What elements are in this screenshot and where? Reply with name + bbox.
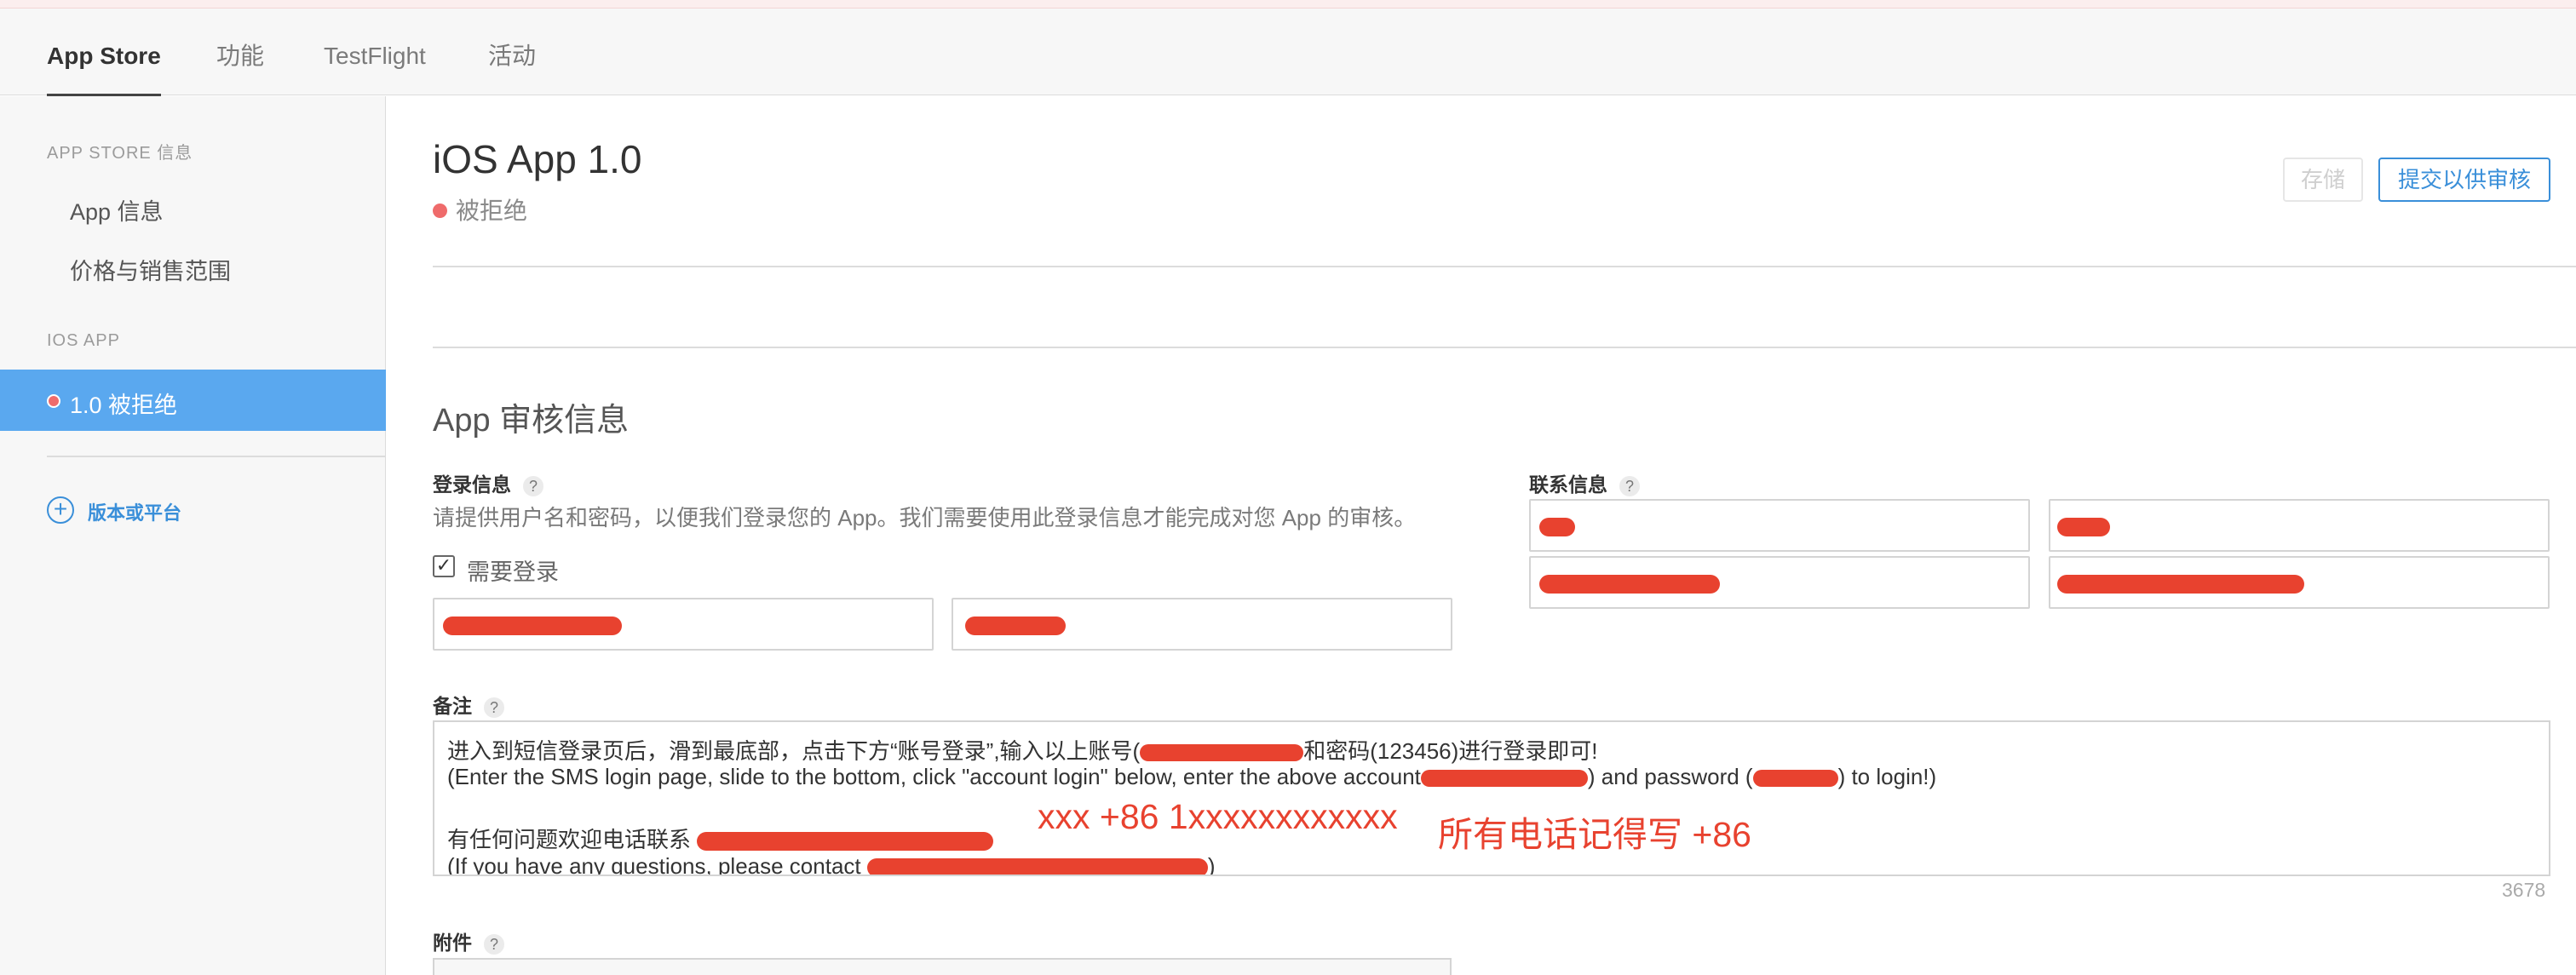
sidebar-item-pricing[interactable]: 价格与销售范围 xyxy=(70,253,231,286)
sidebar-item-version-1-0[interactable]: 1.0 被拒绝 xyxy=(0,370,386,431)
note-line-4: (If you have any questions, please conta… xyxy=(447,853,1216,876)
redaction-mark xyxy=(2057,575,2304,594)
attachment-label: 附件? xyxy=(433,926,504,955)
sidebar-divider xyxy=(47,456,386,457)
redaction-mark xyxy=(1539,575,1720,594)
attachment-label-text: 附件 xyxy=(433,932,472,954)
note-line-1: 进入到短信登录页后，滑到最底部，点击下方“账号登录”,输入以上账号( 和密码(12… xyxy=(447,734,1598,766)
sidebar: APP STORE 信息 App 信息 价格与销售范围 IOS APP 1.0 … xyxy=(0,96,386,975)
page-title: iOS App 1.0 xyxy=(433,137,642,181)
divider xyxy=(433,266,2576,267)
contact-phone-input[interactable] xyxy=(1529,556,2030,609)
note-text: ) xyxy=(1207,853,1216,876)
sidebar-heading-ios-app: IOS APP xyxy=(47,331,120,350)
help-icon[interactable]: ? xyxy=(1619,475,1640,496)
tab-app-store[interactable]: App Store xyxy=(47,9,161,96)
note-line-2: (Enter the SMS login page, slide to the … xyxy=(447,764,1936,790)
login-info-description: 请提供用户名和密码，以便我们登录您的 App。我们需要使用此登录信息才能完成对您… xyxy=(433,505,1417,531)
help-icon[interactable]: ? xyxy=(484,933,504,955)
login-info-label-text: 登录信息 xyxy=(433,473,511,496)
section-title-app-review: App 审核信息 xyxy=(433,403,630,439)
character-counter: 3678 xyxy=(2502,879,2546,901)
note-text: ) and password ( xyxy=(1587,764,1753,789)
redaction-mark xyxy=(443,617,622,635)
login-info-label: 登录信息? xyxy=(433,468,543,497)
tab-testflight[interactable]: TestFlight xyxy=(324,9,426,95)
top-warning-strip xyxy=(0,0,2576,9)
contact-last-name-input[interactable] xyxy=(2049,499,2550,552)
annotation-phone-note: 所有电话记得写 +86 xyxy=(1438,815,1751,854)
add-platform-label: 版本或平台 xyxy=(88,502,182,524)
tab-activity[interactable]: 活动 xyxy=(488,9,536,95)
plus-circle-icon: + xyxy=(47,496,74,524)
require-login-checkbox[interactable]: ✓ xyxy=(433,555,455,577)
top-tab-bar: App Store 功能 TestFlight 活动 xyxy=(0,9,2576,96)
note-text: 和密码(123456)进行登录即可! xyxy=(1303,738,1598,764)
note-text: (If you have any questions, please conta… xyxy=(447,853,861,876)
attachment-dropzone[interactable] xyxy=(433,958,1452,975)
redaction-mark xyxy=(965,617,1066,635)
status-text: 被拒绝 xyxy=(456,198,528,224)
help-icon[interactable]: ? xyxy=(523,475,543,496)
tab-features[interactable]: 功能 xyxy=(216,9,264,95)
contact-info-label: 联系信息? xyxy=(1529,468,1640,497)
note-text: ) to login!) xyxy=(1837,764,1937,789)
save-button[interactable]: 存储 xyxy=(2283,158,2363,202)
annotation-phone-format: xxx +86 1xxxxxxxxxxxx xyxy=(1038,797,1398,836)
divider xyxy=(433,347,2576,348)
notes-label-text: 备注 xyxy=(433,695,472,717)
username-input[interactable] xyxy=(433,598,934,651)
require-login-label: 需要登录 xyxy=(467,559,559,585)
redaction-mark xyxy=(1752,770,1838,788)
sidebar-item-app-info[interactable]: App 信息 xyxy=(70,193,164,227)
notes-label: 备注? xyxy=(433,690,504,719)
password-input[interactable] xyxy=(952,598,1452,651)
note-text: 进入到短信登录页后，滑到最底部，点击下方“账号登录”,输入以上账号( xyxy=(447,738,1141,764)
status-badge: 被拒绝 xyxy=(433,192,527,227)
sidebar-item-label: 1.0 被拒绝 xyxy=(70,393,178,418)
sidebar-heading-app-store-info: APP STORE 信息 xyxy=(47,144,193,163)
submit-for-review-button[interactable]: 提交以供审核 xyxy=(2378,158,2550,202)
note-text: 有任何问题欢迎电话联系 xyxy=(447,827,692,852)
note-text: (Enter the SMS login page, slide to the … xyxy=(447,764,1421,789)
help-icon[interactable]: ? xyxy=(484,697,504,718)
redaction-mark xyxy=(1539,518,1575,536)
contact-info-label-text: 联系信息 xyxy=(1529,473,1607,496)
rejected-status-dot xyxy=(433,204,447,219)
redaction-mark xyxy=(697,832,994,852)
redaction-mark xyxy=(866,858,1208,875)
rejected-status-dot xyxy=(47,394,60,408)
contact-email-input[interactable] xyxy=(2049,556,2550,609)
note-line-3: 有任何问题欢迎电话联系 xyxy=(447,823,994,854)
redaction-mark xyxy=(1140,744,1304,762)
contact-first-name-input[interactable] xyxy=(1529,499,2030,552)
redaction-mark xyxy=(2057,518,2110,536)
redaction-mark xyxy=(1420,770,1588,788)
